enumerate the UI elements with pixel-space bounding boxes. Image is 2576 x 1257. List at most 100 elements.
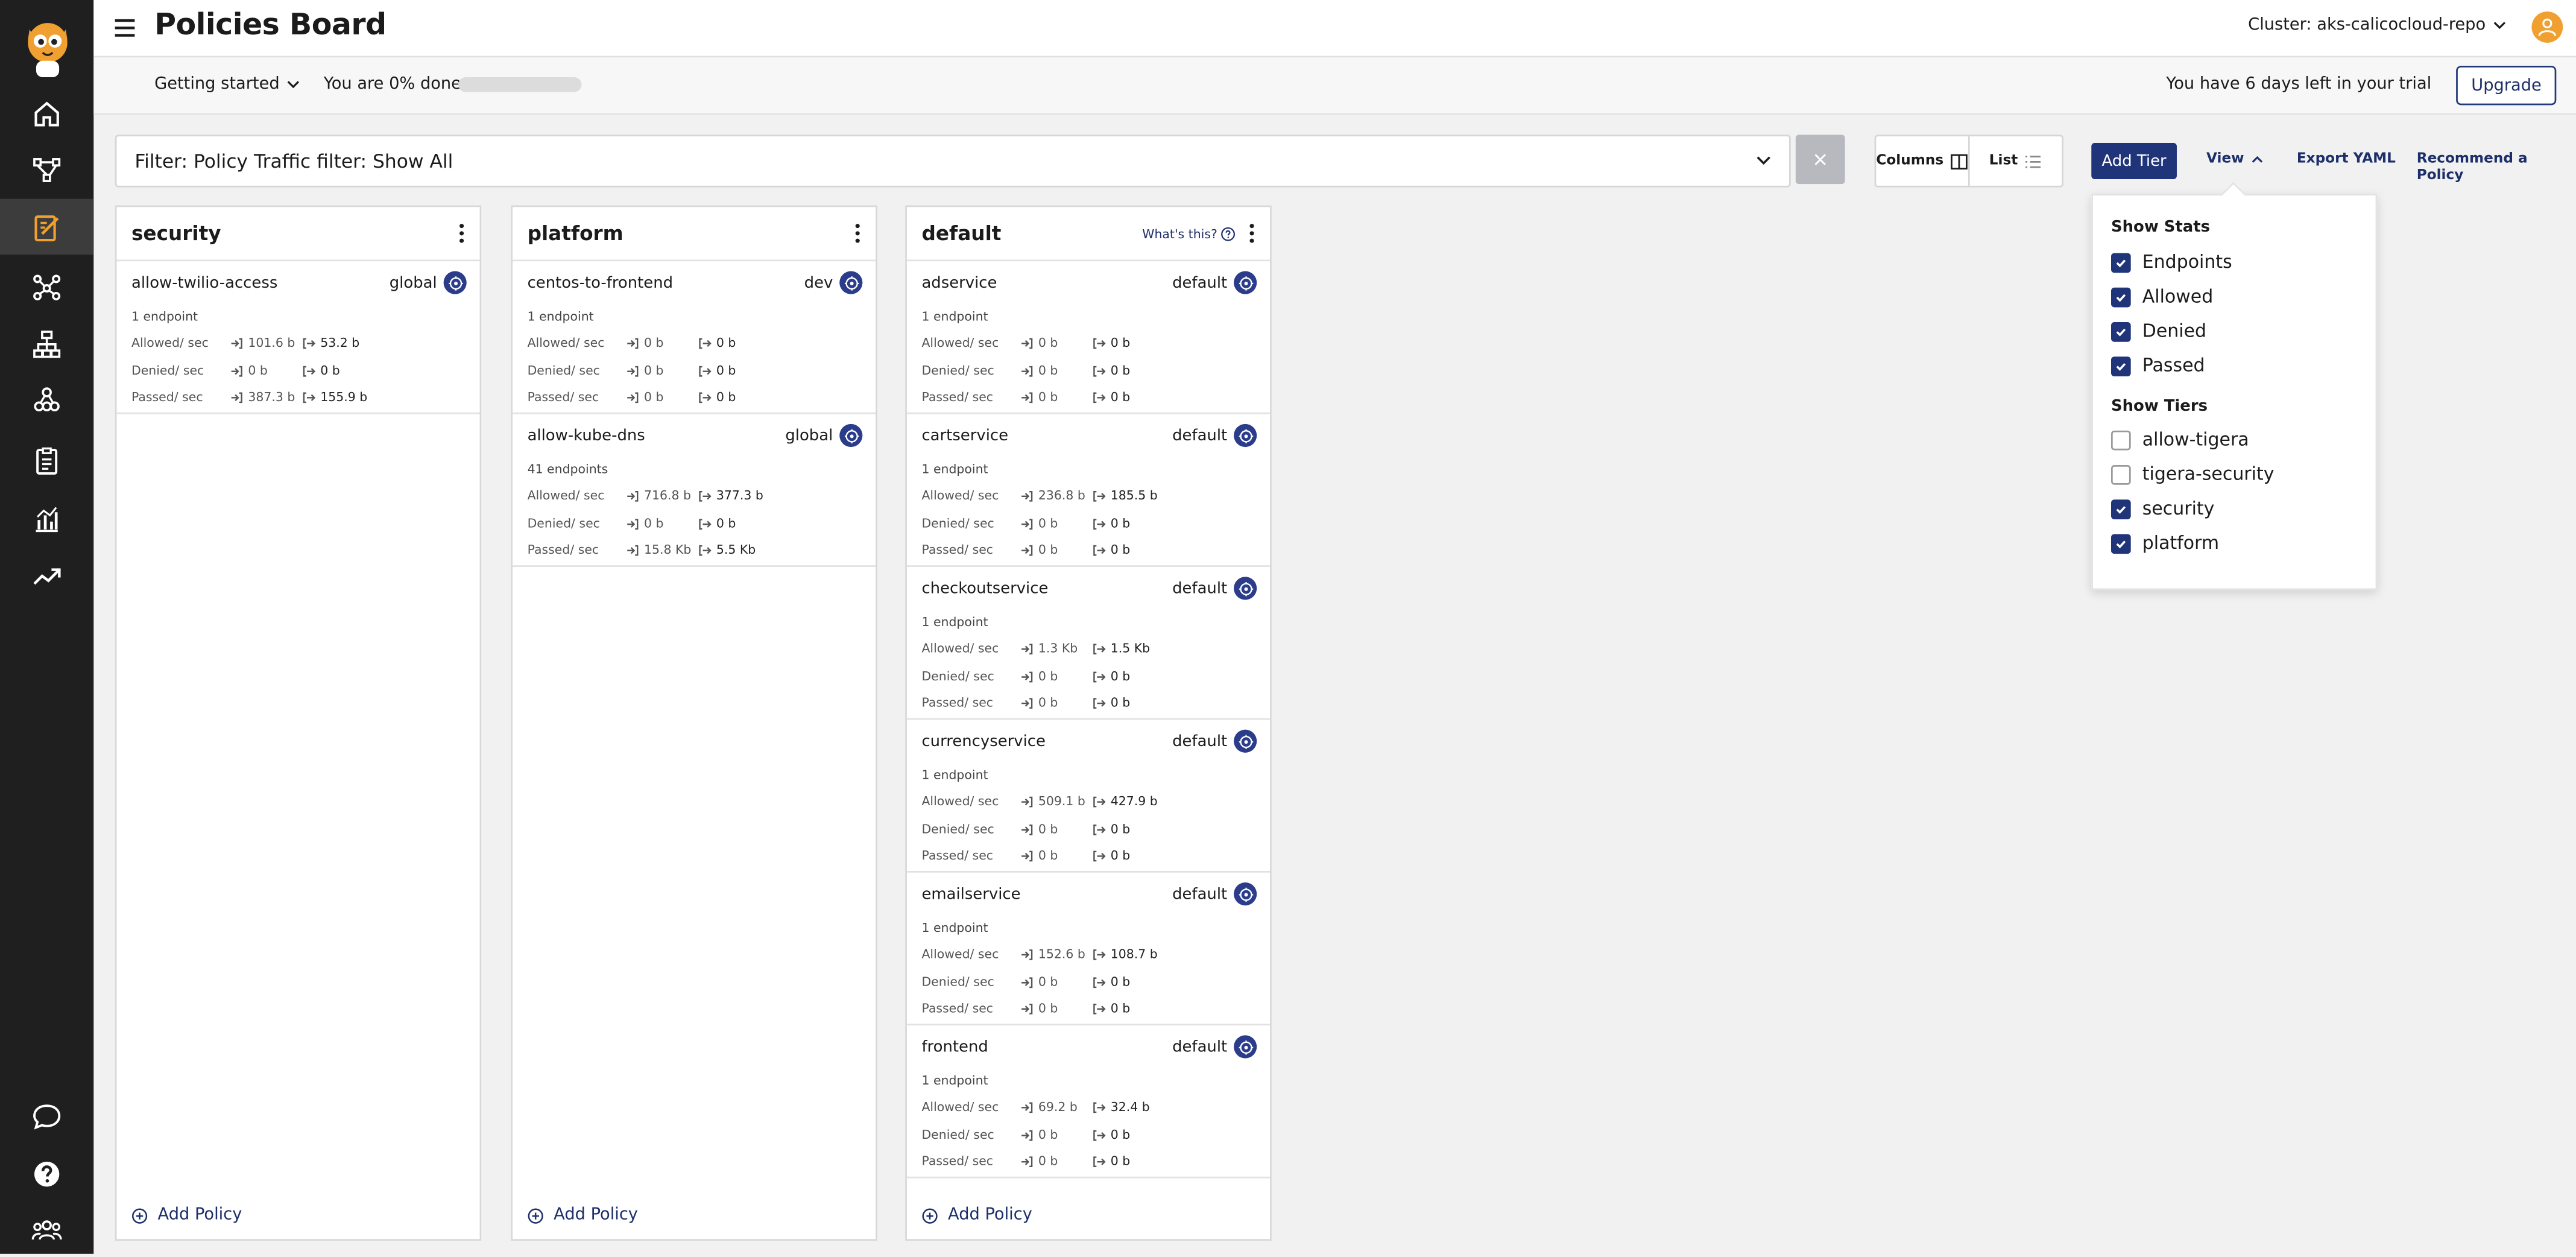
outbound-value: 0 b <box>1093 516 1130 531</box>
nav-chat[interactable] <box>0 1088 93 1144</box>
policy-card-adservice[interactable]: adservice default 1 endpoint Allowed/ sec 0 … <box>906 261 1271 414</box>
nav-help[interactable] <box>0 1145 93 1202</box>
kebab-menu-icon[interactable] <box>853 222 862 245</box>
inbound-text: 0 b <box>644 335 664 350</box>
checkbox-security[interactable] <box>2110 498 2131 519</box>
whats-this-link[interactable]: What's this? <box>1142 227 1236 242</box>
tier-toggle-tigera-security[interactable]: tigera-security <box>2110 463 2274 485</box>
policy-scope: default <box>1172 580 1228 598</box>
inbound-text: 0 b <box>644 516 664 531</box>
outbound-value: 0 b <box>698 389 736 405</box>
policy-card-allow-kube-dns[interactable]: allow-kube-dns global 41 endpoints Allowed/… <box>513 414 876 567</box>
trend-icon <box>33 568 61 584</box>
policy-type-badge <box>1234 271 1257 294</box>
inbound-arrow-icon <box>1021 642 1033 654</box>
inbound-text: 236.8 b <box>1038 488 1085 503</box>
tier-toggle-allow-tigera[interactable]: allow-tigera <box>2110 429 2249 451</box>
outbound-value: 0 b <box>1093 975 1130 989</box>
app-logo[interactable] <box>21 16 74 82</box>
policy-name: emailservice <box>921 885 1021 904</box>
export-yaml-button[interactable]: Export YAML <box>2297 151 2396 168</box>
policy-card-checkoutservice[interactable]: checkoutservice default 1 endpoint Allowed/… <box>906 567 1271 720</box>
nav-trends[interactable] <box>0 547 93 603</box>
kebab-menu-icon[interactable] <box>1247 222 1257 245</box>
checkbox-allow-tigera[interactable] <box>2110 429 2131 450</box>
checkbox-allowed[interactable] <box>2110 287 2131 307</box>
nav-clusters[interactable] <box>0 372 93 428</box>
add-policy-button[interactable]: Add Policy <box>528 1206 638 1224</box>
policy-name: allow-kube-dns <box>527 427 645 446</box>
outbound-text: 0 b <box>1110 363 1131 378</box>
recommend-policy-button[interactable]: Recommend a Policy <box>2417 151 2576 184</box>
stat-label: Allowed/ sec <box>527 335 605 350</box>
stat-toggle-endpoints[interactable]: Endpoints <box>2110 252 2232 273</box>
tier-toggle-platform[interactable]: platform <box>2110 533 2219 554</box>
user-avatar[interactable] <box>2531 11 2563 43</box>
nav-hierarchy[interactable] <box>0 315 93 372</box>
kebab-menu-icon[interactable] <box>456 222 466 245</box>
nav-policies[interactable] <box>0 198 94 255</box>
inbound-arrow-icon <box>627 518 639 529</box>
tier-name: security <box>131 221 221 245</box>
policy-scope-icon <box>1238 581 1252 596</box>
stat-toggle-passed[interactable]: Passed <box>2110 355 2205 376</box>
tier-toggle-security[interactable]: security <box>2110 498 2214 519</box>
checkbox-passed[interactable] <box>2110 355 2131 376</box>
policy-card-cartservice[interactable]: cartservice default 1 endpoint Allowed/ sec… <box>906 414 1271 567</box>
chevron-down-icon <box>2493 22 2506 30</box>
policy-filter-dropdown[interactable]: Filter: Policy Traffic filter: Show All <box>115 135 1791 188</box>
inbound-text: 0 b <box>1038 668 1058 684</box>
inbound-text: 0 b <box>1038 822 1058 837</box>
policy-card-allow-twilio-access[interactable]: allow-twilio-access global 1 endpoint Allow… <box>116 261 480 414</box>
checkbox-endpoints[interactable] <box>2110 252 2131 272</box>
stat-label: Denied/ sec <box>921 822 994 837</box>
user-icon <box>2538 18 2557 36</box>
stat-toggle-denied[interactable]: Denied <box>2110 320 2206 342</box>
outbound-arrow-icon <box>1093 391 1106 402</box>
policy-endpoints: 1 endpoint <box>131 309 198 324</box>
add-policy-button[interactable]: Add Policy <box>131 1206 242 1224</box>
columns-view-button[interactable]: Columns <box>1876 136 1968 186</box>
policy-scope: default <box>1172 427 1228 446</box>
outbound-text: 0 b <box>1110 1153 1131 1169</box>
policy-card-currencyservice[interactable]: currencyservice default 1 endpoint Allowed/… <box>906 720 1271 873</box>
inbound-text: 387.3 b <box>248 389 295 405</box>
add-policy-button[interactable]: Add Policy <box>921 1206 1032 1224</box>
outbound-text: 155.9 b <box>320 389 368 405</box>
nav-service-graph[interactable] <box>0 141 93 197</box>
hierarchy-icon <box>33 329 61 357</box>
popover-arrow <box>2220 182 2247 208</box>
policy-name: adservice <box>921 274 997 293</box>
clear-filter-button[interactable]: × <box>1795 135 1845 185</box>
cluster-selector[interactable]: Cluster: aks-calicocloud-repo <box>2248 16 2507 34</box>
hamburger-menu-icon[interactable] <box>113 15 136 38</box>
checkbox-tigera-security[interactable] <box>2110 464 2131 484</box>
getting-started-dropdown[interactable]: Getting started <box>154 75 301 93</box>
outbound-value: 0 b <box>698 335 736 350</box>
nav-home[interactable] <box>0 86 93 142</box>
checkbox-platform[interactable] <box>2110 533 2131 553</box>
nav-analytics[interactable] <box>0 490 93 546</box>
policy-card-centos-to-frontend[interactable]: centos-to-frontend dev 1 endpoint Allowed/ … <box>513 261 876 414</box>
policy-card-emailservice[interactable]: emailservice default 1 endpoint Allowed/ se… <box>906 873 1271 1026</box>
policy-card-frontend[interactable]: frontend default 1 endpoint Allowed/ sec 69.… <box>906 1025 1271 1179</box>
upgrade-button[interactable]: Upgrade <box>2456 65 2557 106</box>
nav-team[interactable] <box>0 1202 93 1257</box>
left-sidebar <box>0 0 94 1257</box>
outbound-arrow-icon <box>1093 365 1106 376</box>
checkbox-denied[interactable] <box>2110 321 2131 341</box>
add-tier-button[interactable]: Add Tier <box>2091 143 2177 179</box>
nav-compliance[interactable] <box>0 432 93 489</box>
policy-endpoints: 1 endpoint <box>921 614 988 630</box>
list-view-button[interactable]: List <box>1968 136 2062 186</box>
inbound-text: 716.8 b <box>644 488 691 503</box>
add-policy-label: Add Policy <box>554 1206 638 1224</box>
outbound-text: 0 b <box>716 389 736 405</box>
view-menu-button[interactable]: View <box>2206 151 2264 168</box>
inbound-text: 0 b <box>1038 516 1058 531</box>
stat-toggle-allowed[interactable]: Allowed <box>2110 286 2213 307</box>
policies-icon <box>34 214 59 241</box>
inbound-value: 0 b <box>1020 668 1058 684</box>
nav-endpoints[interactable] <box>0 258 93 314</box>
inbound-value: 0 b <box>626 390 663 404</box>
